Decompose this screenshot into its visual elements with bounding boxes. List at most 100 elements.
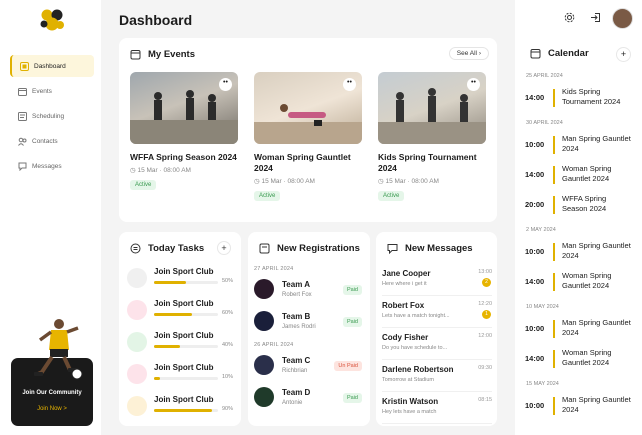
message-item[interactable]: Jane Cooper Here where i get it 13:00 2 [382, 266, 492, 296]
message-item[interactable]: Robert Fox Lets have a match tonight... 12… [382, 298, 492, 328]
event-marker [553, 196, 555, 214]
registration-row[interactable]: Team D Antonie Paid [254, 384, 362, 412]
calendar-header: Calendar [529, 47, 589, 60]
event-marker [553, 350, 555, 368]
event-marker [553, 136, 555, 154]
status-badge: Active [254, 191, 281, 201]
see-all-button[interactable]: See All › [448, 47, 489, 60]
registrant-name: Richbrian [282, 368, 308, 374]
add-task-button[interactable]: + [217, 241, 231, 255]
sidebar-item-label: Dashboard [34, 62, 66, 70]
message-item[interactable]: Darlene Robertson Tomorrow at Stadium 09:3… [382, 362, 492, 392]
event-card[interactable]: •• WFFA Spring Season 2024 ◷ 15 Mar · 08… [130, 72, 244, 190]
new-registrations-card: New Registrations 27 APRIL 2024 Team A Rob… [248, 232, 370, 426]
whistle-icon [127, 300, 147, 320]
sidebar-item-messages[interactable]: Messages [10, 155, 94, 177]
sidebar-item-scheduling[interactable]: Scheduling [10, 105, 94, 127]
new-messages-title: New Messages [405, 243, 473, 254]
team-logo [254, 279, 274, 299]
event-title: Kids Spring Tournament 2024 [378, 152, 477, 173]
calendar-date-label: 25 APRIL 2024 [526, 73, 563, 79]
add-calendar-event-button[interactable]: + [616, 47, 631, 62]
task-item[interactable]: Join Sport Club 50% [127, 266, 233, 290]
new-registrations-header: New Registrations [258, 242, 360, 255]
event-time: 14:00 [525, 170, 545, 179]
calendar-event[interactable]: 14:00 Woman Spring Gauntlet 2024 [525, 347, 635, 371]
task-percent: 60% [221, 310, 233, 316]
event-name: Man Spring Gauntlet 2024 [562, 241, 631, 260]
sender-name: Jane Cooper [382, 269, 431, 278]
task-name: Join Sport Club [154, 331, 214, 340]
sidebar-item-events[interactable]: Events [10, 80, 94, 102]
event-card[interactable]: •• Woman Spring Gauntlet 2024 ◷ 15 Mar ·… [254, 72, 368, 201]
calendar-event[interactable]: 10:00 Man Spring Gauntlet 2024 [525, 394, 635, 418]
sidebar-item-label: Events [32, 87, 52, 95]
task-progress-bar [154, 313, 218, 316]
calendar-event[interactable]: 20:00 WFFA Spring Season 2024 [525, 193, 635, 217]
logout-icon[interactable] [587, 9, 603, 25]
event-image: •• [254, 72, 362, 144]
schedule-icon [18, 111, 27, 121]
registration-icon [258, 242, 271, 255]
event-name: Woman Spring Gauntlet 2024 [562, 271, 612, 290]
sender-name: Cody Fisher [382, 333, 429, 342]
team-name: Team D [282, 388, 311, 397]
registration-row[interactable]: Team A Robert Fox Paid [254, 276, 362, 304]
calendar-event[interactable]: 14:00 Woman Spring Gauntlet 2024 [525, 163, 635, 187]
task-item[interactable]: Join Sport Club 90% [127, 394, 233, 418]
more-options-button[interactable]: •• [219, 78, 232, 91]
soccer-player-illustration [34, 319, 83, 380]
calendar-event[interactable]: 10:00 Man Spring Gauntlet 2024 [525, 133, 635, 157]
calendar-date-label: 30 APRIL 2024 [526, 120, 563, 126]
user-avatar[interactable] [612, 8, 633, 29]
sidebar-item-contacts[interactable]: Contacts [10, 130, 94, 152]
event-image: •• [130, 72, 238, 144]
calendar-event[interactable]: 14:00 Kids Spring Tournament 2024 [525, 86, 635, 110]
message-preview: Lets have a match tonight... [382, 313, 450, 319]
join-now-button[interactable]: Join Now > [11, 406, 93, 412]
calendar-event[interactable]: 10:00 Man Spring Gauntlet 2024 [525, 317, 635, 341]
more-options-button[interactable]: •• [343, 78, 356, 91]
task-progress-fill [154, 377, 161, 380]
message-time: 08:15 [478, 397, 492, 403]
sidebar-item-label: Contacts [32, 137, 58, 145]
more-options-button[interactable]: •• [467, 78, 480, 91]
calendar-date-label: 15 MAY 2024 [526, 381, 559, 387]
event-name: Woman Spring Gauntlet 2024 [562, 164, 612, 183]
soccer-ball-logo-icon[interactable] [38, 6, 66, 34]
registration-row[interactable]: Team C Richbrian Un Paid [254, 352, 362, 380]
referee-icon [127, 364, 147, 384]
sender-name: Robert Fox [382, 301, 425, 310]
unread-count-badge: 2 [482, 278, 491, 287]
event-time: 14:00 [525, 93, 545, 102]
event-meta: ◷ 15 Mar · 08:00 AM [254, 177, 315, 186]
see-all-label: See All [456, 50, 478, 57]
calendar-event[interactable]: 10:00 Man Spring Gauntlet 2024 [525, 240, 635, 264]
task-item[interactable]: Join Sport Club 60% [127, 298, 233, 322]
event-time: 10:00 [525, 247, 545, 256]
event-time: 14:00 [525, 277, 545, 286]
sidebar-item-dashboard[interactable]: Dashboard [10, 55, 94, 77]
registration-date: 26 APRIL 2024 [254, 342, 294, 348]
message-preview: Hey lets have a match [382, 409, 437, 415]
message-time: 12:20 [478, 301, 492, 307]
message-item[interactable]: Kristin Watson Hey lets have a match 08:15 [382, 394, 492, 424]
my-events-card: My Events See All › •• WFFA Spring Seaso… [119, 38, 497, 222]
task-progress-fill [154, 345, 180, 348]
team-logo [254, 387, 274, 407]
task-item[interactable]: Join Sport Club 10% [127, 362, 233, 386]
event-time: 10:00 [525, 140, 545, 149]
calendar-event[interactable]: 14:00 Woman Spring Gauntlet 2024 [525, 270, 635, 294]
messages-icon [18, 162, 27, 171]
event-card[interactable]: •• Kids Spring Tournament 2024 ◷ 15 Mar … [378, 72, 492, 201]
message-time: 13:00 [478, 269, 492, 275]
task-item[interactable]: Join Sport Club 40% [127, 330, 233, 354]
task-name: Join Sport Club [154, 267, 214, 276]
settings-gear-icon[interactable] [561, 9, 577, 25]
event-marker [553, 166, 555, 184]
message-item[interactable]: Cody Fisher Do you have schedule to... 12:… [382, 330, 492, 360]
today-tasks-title: Today Tasks [148, 243, 205, 254]
registration-row[interactable]: Team B James Rodri Paid [254, 308, 362, 336]
sidebar: Dashboard Events Scheduling Contacts Mes… [0, 0, 101, 435]
event-time: 14:00 [525, 354, 545, 363]
